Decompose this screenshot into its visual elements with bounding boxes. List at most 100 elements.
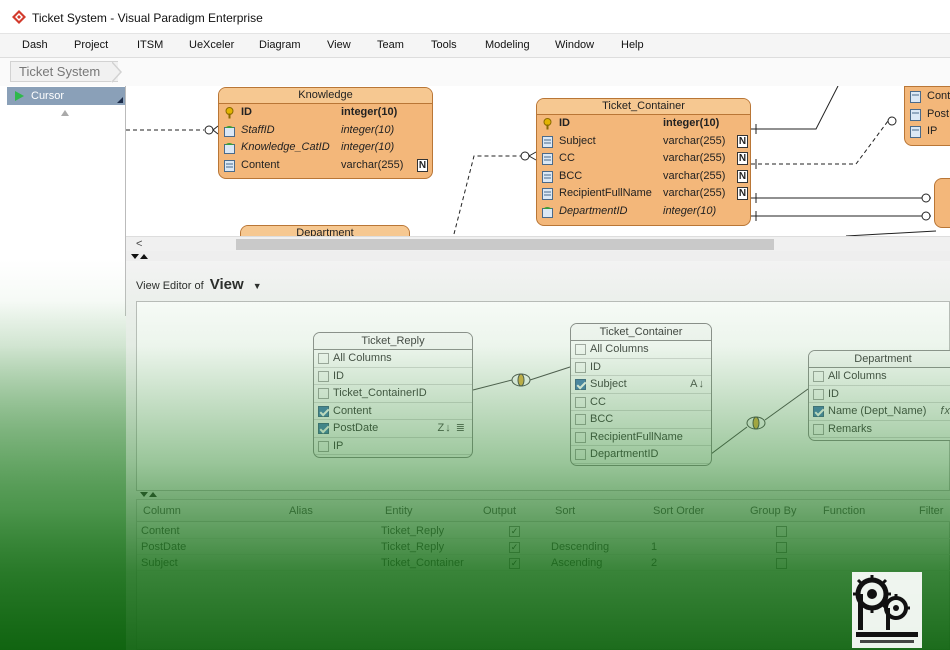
menu-uexceler[interactable]: UeXceler xyxy=(189,39,234,51)
erd-canvas[interactable]: Knowledge ID integer(10) StaffID integer… xyxy=(126,86,950,236)
column-row[interactable]: Ticket_ContainerID xyxy=(314,385,472,403)
view-name[interactable]: View xyxy=(210,276,244,293)
column-checkbox[interactable] xyxy=(813,371,824,382)
menu-project[interactable]: Project xyxy=(74,39,108,51)
menu-itsm[interactable]: ITSM xyxy=(137,39,163,51)
column-checkbox[interactable] xyxy=(813,406,824,417)
pane-splitter[interactable] xyxy=(126,251,950,261)
view-table-ticket-container[interactable]: Ticket_Container All Columns ID Subject A… xyxy=(570,323,712,466)
entity-row[interactable]: Cont xyxy=(905,88,950,106)
column-checkbox[interactable] xyxy=(575,414,586,425)
entity-row[interactable]: DepartmentID integer(10) xyxy=(537,203,750,221)
scrollbar-thumb[interactable] xyxy=(236,239,774,250)
entity-row[interactable]: ID integer(10) xyxy=(219,104,432,122)
entity-knowledge[interactable]: Knowledge ID integer(10) StaffID integer… xyxy=(218,87,433,179)
column-row[interactable]: CC xyxy=(571,394,711,411)
column-row[interactable]: All Columns xyxy=(809,368,950,386)
column-row[interactable]: PostDate Z↓ ≣ xyxy=(314,420,472,438)
column-row[interactable]: ID xyxy=(809,386,950,403)
column-checkbox[interactable] xyxy=(575,396,586,408)
column-checkbox[interactable] xyxy=(575,379,586,390)
column-row[interactable]: RecipientFullName xyxy=(571,429,711,446)
collapse-down-icon[interactable] xyxy=(140,492,148,497)
view-design-canvas[interactable]: Ticket_Reply All Columns ID Ticket_Conta… xyxy=(136,301,950,491)
entity-partial-right-lower[interactable] xyxy=(934,178,950,228)
scroll-up-icon[interactable] xyxy=(61,110,69,116)
column-checkbox[interactable] xyxy=(318,405,329,417)
dropdown-caret-icon[interactable]: ▼ xyxy=(253,281,262,291)
grid-splitter[interactable] xyxy=(136,491,950,499)
column-row[interactable]: IP xyxy=(314,438,472,455)
collapse-up-icon[interactable] xyxy=(149,492,157,497)
entity-row[interactable]: IP xyxy=(905,123,950,141)
view-table-department[interactable]: Department All Columns ID Name (Dept_Nam… xyxy=(808,350,950,441)
column-row[interactable]: Content xyxy=(314,403,472,420)
collapse-up-icon[interactable] xyxy=(140,254,148,259)
entity-row[interactable]: Post xyxy=(905,106,950,124)
entity-row[interactable]: BCC varchar(255) N xyxy=(537,168,750,186)
cursor-tool[interactable]: Cursor xyxy=(7,87,125,105)
sort-group-icons[interactable]: Z↓ ≣ xyxy=(438,420,467,438)
entity-row[interactable]: Content varchar(255) N xyxy=(219,157,432,175)
column-row[interactable]: DepartmentID xyxy=(571,446,711,464)
column-row[interactable]: Remarks xyxy=(809,421,950,438)
column-checkbox[interactable] xyxy=(575,431,586,443)
column-row[interactable]: ID xyxy=(314,368,472,385)
column-checkbox[interactable] xyxy=(318,353,329,364)
column-row[interactable]: ID xyxy=(571,359,711,376)
menu-view[interactable]: View xyxy=(327,39,351,51)
table-row[interactable]: PostDate Ticket_Reply ✓ Descending 1 xyxy=(137,540,950,555)
column-checkbox[interactable] xyxy=(318,440,329,452)
entity-ticket-reply-partial[interactable]: Cont Post IP xyxy=(904,86,950,146)
breadcrumb[interactable]: Ticket System xyxy=(10,61,119,82)
entity-department[interactable]: Department xyxy=(240,225,410,236)
scroll-left-icon[interactable]: < xyxy=(136,238,142,250)
column-row[interactable]: Subject A↓ xyxy=(571,376,711,394)
grid-header: Column Alias Entity Output Sort Sort Ord… xyxy=(137,500,950,522)
column-row[interactable]: All Columns xyxy=(571,341,711,359)
entity-ticket-container[interactable]: Ticket_Container ID integer(10) Subject … xyxy=(536,98,751,226)
column-row[interactable]: Name (Dept_Name) fx xyxy=(809,403,950,421)
menu-dash[interactable]: Dash xyxy=(22,39,48,51)
entity-row[interactable]: ID integer(10) xyxy=(537,115,750,133)
output-checkbox[interactable]: ✓ xyxy=(509,542,520,553)
column-icon xyxy=(910,108,921,121)
key-icon xyxy=(543,118,552,130)
column-checkbox[interactable] xyxy=(813,388,824,400)
column-checkbox[interactable] xyxy=(318,423,329,434)
column-row[interactable]: BCC xyxy=(571,411,711,429)
horizontal-scrollbar[interactable]: < xyxy=(126,236,950,251)
menu-modeling[interactable]: Modeling xyxy=(485,39,530,51)
watermark-logo xyxy=(852,572,922,648)
view-table-ticket-reply[interactable]: Ticket_Reply All Columns ID Ticket_Conta… xyxy=(313,332,473,458)
menu-team[interactable]: Team xyxy=(377,39,404,51)
menu-tools[interactable]: Tools xyxy=(431,39,457,51)
entity-row[interactable]: CC varchar(255) N xyxy=(537,150,750,168)
entity-row[interactable]: Subject varchar(255) N xyxy=(537,133,750,151)
column-checkbox[interactable] xyxy=(318,370,329,382)
output-checkbox[interactable]: ✓ xyxy=(509,558,520,569)
entity-row[interactable]: StaffID integer(10) xyxy=(219,122,432,140)
table-row[interactable]: Content Ticket_Reply ✓ xyxy=(137,524,950,539)
group-by-checkbox[interactable] xyxy=(776,542,787,553)
column-checkbox[interactable] xyxy=(813,423,824,435)
menu-diagram[interactable]: Diagram xyxy=(259,39,301,51)
table-row[interactable]: Subject Ticket_Container ✓ Ascending 2 xyxy=(137,556,950,571)
sort-icon[interactable]: A↓ xyxy=(690,376,705,394)
collapse-down-icon[interactable] xyxy=(131,254,139,259)
column-checkbox[interactable] xyxy=(318,388,329,399)
entity-row[interactable]: Knowledge_CatID integer(10) xyxy=(219,139,432,157)
menu-help[interactable]: Help xyxy=(621,39,644,51)
menu-window[interactable]: Window xyxy=(555,39,594,51)
column-row[interactable]: All Columns xyxy=(314,350,472,368)
entity-row[interactable]: RecipientFullName varchar(255) N xyxy=(537,185,750,203)
nullable-badge: N xyxy=(737,187,748,200)
function-icon[interactable]: fx xyxy=(940,403,950,421)
column-checkbox[interactable] xyxy=(575,344,586,355)
cursor-icon xyxy=(15,91,24,101)
group-by-checkbox[interactable] xyxy=(776,526,787,537)
column-checkbox[interactable] xyxy=(575,361,586,373)
column-checkbox[interactable] xyxy=(575,449,586,460)
group-by-checkbox[interactable] xyxy=(776,558,787,569)
output-checkbox[interactable]: ✓ xyxy=(509,526,520,537)
